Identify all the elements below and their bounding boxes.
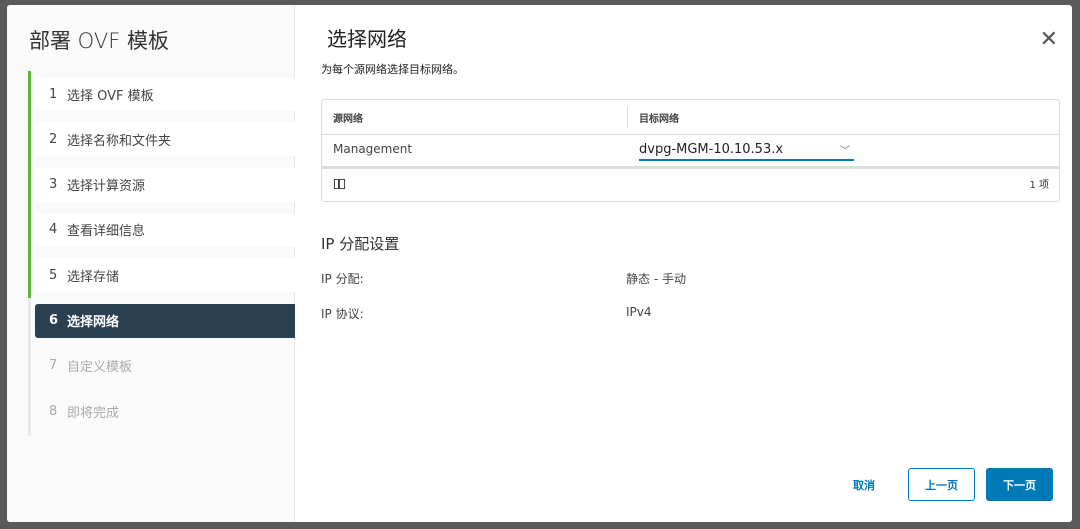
cancel-button[interactable]: 取消 <box>839 468 889 501</box>
wizard-step-7: 7 自定义模板 <box>35 349 295 383</box>
wizard-sidebar: 部署 OVF 模板 1 选择 OVF 模板 2 选择名称和文件夹 3 选择计算资源 4 查看详… <box>7 5 295 522</box>
header-source-network[interactable]: 源网络 <box>322 110 627 125</box>
wizard-step-2[interactable]: 2 选择名称和文件夹 <box>35 122 295 157</box>
target-network-value: dvpg-MGM-10.10.53.x <box>639 141 784 157</box>
network-grid: 源网络 目标网络 Management dvpg-MGM-10.10.53.x … <box>321 99 1060 202</box>
step-number: 1 <box>49 86 58 102</box>
step-label: 选择存储 <box>67 269 120 285</box>
step-label: 自定义模板 <box>67 360 133 376</box>
wizard-step-3[interactable]: 3 选择计算资源 <box>35 167 295 202</box>
step-number: 5 <box>49 267 58 283</box>
wizard-step-1[interactable]: 1 选择 OVF 模板 <box>35 77 295 111</box>
step-number: 4 <box>49 222 58 238</box>
ip-allocation-label: IP 分配: <box>321 272 364 286</box>
step-label: 查看详细信息 <box>67 224 146 240</box>
step-number: 6 <box>49 313 59 328</box>
next-button[interactable]: 下一页 <box>986 468 1053 501</box>
ip-section-title: IP 分配设置 <box>321 235 400 253</box>
page-description: 为每个源网络选择目标网络。 <box>321 63 464 76</box>
wizard-step-5[interactable]: 5 选择存储 <box>35 258 295 293</box>
wizard-step-6[interactable]: 6 选择网络 <box>35 303 295 338</box>
target-network-select[interactable]: dvpg-MGM-10.10.53.x ﹀ <box>639 139 854 161</box>
column-toggle-icon[interactable] <box>334 178 345 189</box>
step-label: 选择计算资源 <box>67 179 146 195</box>
close-icon[interactable]: ✕ <box>1040 29 1058 51</box>
item-count: 1 项 <box>1029 180 1049 191</box>
wizard-content: 选择网络 ✕ 为每个源网络选择目标网络。 源网络 目标网络 Management… <box>296 5 1072 522</box>
progress-track <box>28 71 31 436</box>
step-label: 选择 OVF 模板 <box>67 88 154 104</box>
wizard-title: 部署 OVF 模板 <box>29 29 169 53</box>
grid-footer: 1 项 <box>322 169 1059 198</box>
step-number: 7 <box>49 358 58 374</box>
source-network-cell: Management <box>333 142 413 156</box>
step-label: 即将完成 <box>67 405 120 421</box>
ip-protocol-label: IP 协议: <box>321 307 364 321</box>
back-button[interactable]: 上一页 <box>908 468 975 501</box>
step-label: 选择名称和文件夹 <box>67 133 172 149</box>
step-number: 2 <box>49 131 58 147</box>
deploy-ovf-dialog: 部署 OVF 模板 1 选择 OVF 模板 2 选择名称和文件夹 3 选择计算资源 4 查看详… <box>7 5 1072 522</box>
step-number: 3 <box>49 177 58 193</box>
progress-complete <box>28 71 31 298</box>
page-title: 选择网络 <box>327 27 407 51</box>
grid-header: 源网络 目标网络 <box>322 100 1059 135</box>
table-row: Management dvpg-MGM-10.10.53.x ﹀ <box>322 135 1059 169</box>
ip-allocation-value: 静态 - 手动 <box>626 272 686 286</box>
header-target-network[interactable]: 目标网络 <box>627 106 679 128</box>
wizard-step-8: 8 即将完成 <box>35 394 295 428</box>
ip-protocol-value: IPv4 <box>626 305 652 319</box>
wizard-step-4[interactable]: 4 查看详细信息 <box>35 212 295 247</box>
chevron-down-icon: ﹀ <box>840 145 850 157</box>
step-label: 选择网络 <box>67 315 120 330</box>
step-number: 8 <box>49 403 58 419</box>
